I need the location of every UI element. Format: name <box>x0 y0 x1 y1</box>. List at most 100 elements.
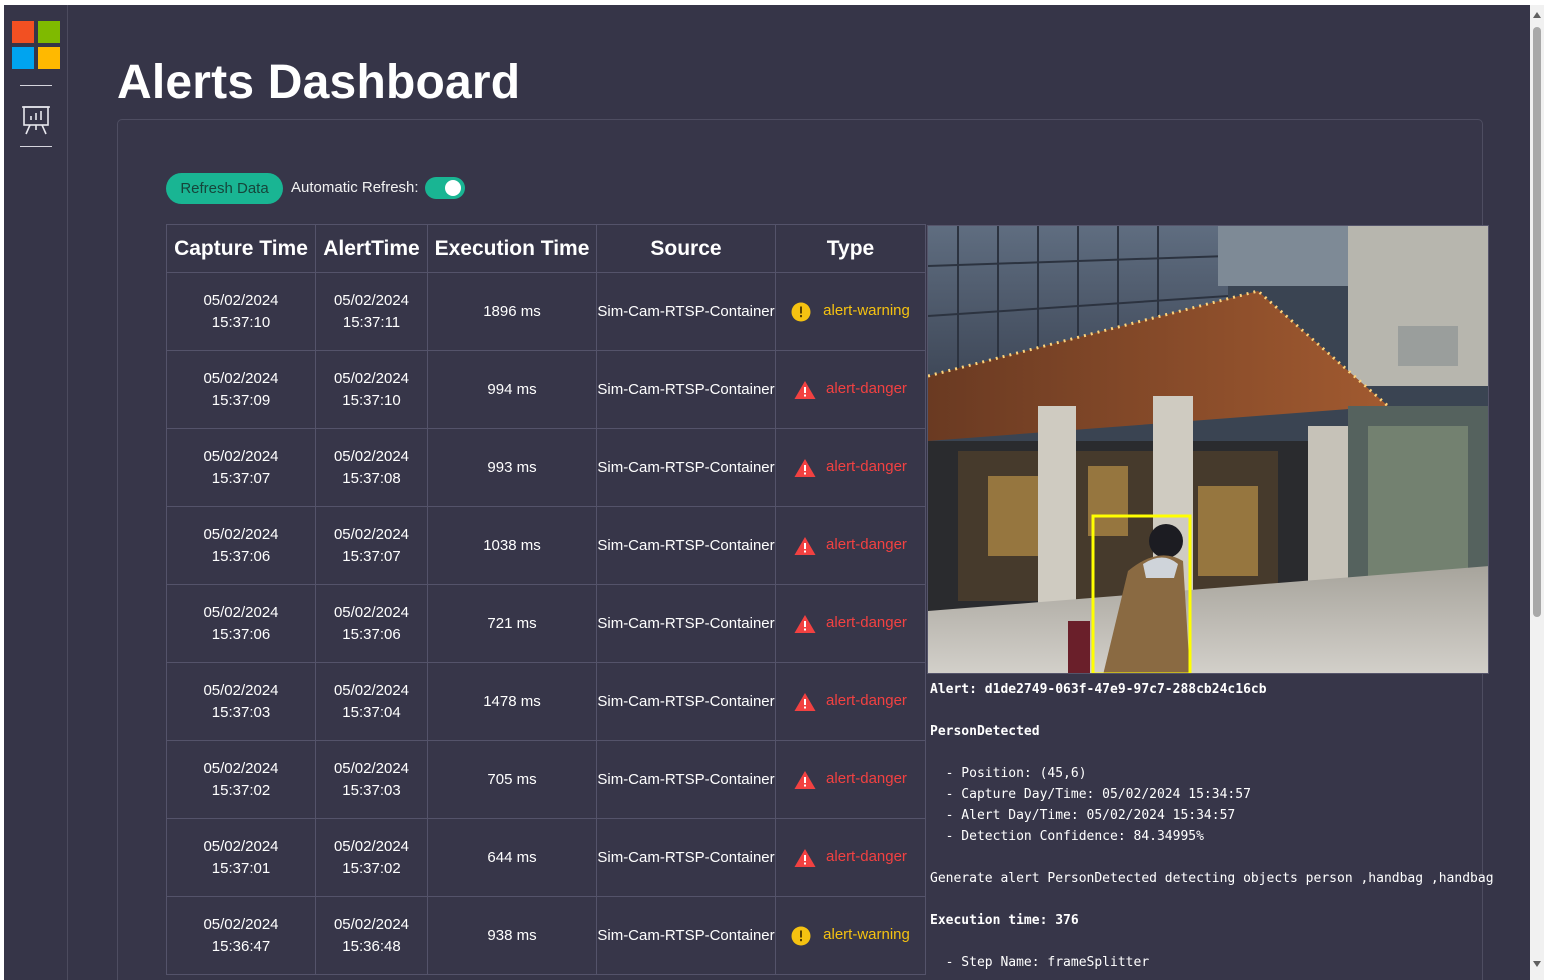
sidebar-divider <box>20 85 52 86</box>
alert-type-label: alert-danger <box>826 770 907 788</box>
cell-alert-time: 05/02/2024 15:37:04 <box>315 662 428 741</box>
cell-capture-time: 05/02/2024 15:37:06 <box>166 506 316 585</box>
cell-alert-time: 05/02/2024 15:37:07 <box>315 506 428 585</box>
cell-capture-time: 05/02/2024 15:37:07 <box>166 428 316 507</box>
table-row: 05/02/2024 15:37:01 05/02/2024 15:37:02 644 … <box>166 818 926 897</box>
microsoft-logo <box>12 21 60 69</box>
cell-capture-time: 05/02/2024 15:37:06 <box>166 584 316 663</box>
cell-type: alert-warning <box>775 272 926 351</box>
danger-triangle-icon <box>794 536 816 556</box>
danger-triangle-icon <box>794 458 816 478</box>
cell-capture-time: 05/02/2024 15:37:09 <box>166 350 316 429</box>
table-row: 05/02/2024 15:37:06 05/02/2024 15:37:07 1038… <box>166 506 926 585</box>
cell-source: Sim-Cam-RTSP-Container <box>596 506 776 585</box>
alerts-table: Capture Time AlertTime Execution Time So… <box>166 224 926 975</box>
scroll-up-arrow-icon[interactable] <box>1533 12 1541 18</box>
scroll-thumb[interactable] <box>1533 27 1541 617</box>
column-header-capture-time: Capture Time <box>166 224 316 273</box>
alert-type-label: alert-danger <box>826 536 907 554</box>
cell-source: Sim-Cam-RTSP-Container <box>596 584 776 663</box>
danger-triangle-icon <box>794 770 816 790</box>
alert-type-label: alert-danger <box>826 614 907 632</box>
warning-circle-icon <box>791 926 811 946</box>
column-header-execution-time: Execution Time <box>427 224 597 273</box>
scroll-down-arrow-icon[interactable] <box>1533 961 1541 967</box>
cell-execution-time: 1478 ms <box>427 662 597 741</box>
vertical-scrollbar[interactable] <box>1530 5 1544 980</box>
column-header-alert-time: AlertTime <box>315 224 428 273</box>
cell-alert-time: 05/02/2024 15:37:10 <box>315 350 428 429</box>
cell-type: alert-warning <box>775 896 926 975</box>
cell-type: alert-danger <box>775 662 926 741</box>
danger-triangle-icon <box>794 692 816 712</box>
cell-execution-time: 993 ms <box>427 428 597 507</box>
cell-execution-time: 938 ms <box>427 896 597 975</box>
cell-source: Sim-Cam-RTSP-Container <box>596 662 776 741</box>
sidebar-divider <box>20 146 52 147</box>
detail-capture-time: - Capture Day/Time: 05/02/2024 15:34:57 <box>930 787 1251 802</box>
danger-triangle-icon <box>794 380 816 400</box>
danger-triangle-icon <box>794 848 816 868</box>
event-name: PersonDetected <box>930 724 1040 739</box>
cell-alert-time: 05/02/2024 15:37:11 <box>315 272 428 351</box>
alert-id: Alert: d1de2749-063f-47e9-97c7-288cb24c1… <box>930 682 1267 697</box>
detection-image <box>927 225 1489 674</box>
cell-alert-time: 05/02/2024 15:37:02 <box>315 818 428 897</box>
table-row: 05/02/2024 15:37:03 05/02/2024 15:37:04 1478… <box>166 662 926 741</box>
cell-source: Sim-Cam-RTSP-Container <box>596 896 776 975</box>
alert-details: Alert: d1de2749-063f-47e9-97c7-288cb24c1… <box>930 679 1494 973</box>
cell-capture-time: 05/02/2024 15:36:47 <box>166 896 316 975</box>
cell-source: Sim-Cam-RTSP-Container <box>596 272 776 351</box>
alert-type-label: alert-warning <box>823 302 910 320</box>
cell-alert-time: 05/02/2024 15:37:03 <box>315 740 428 819</box>
table-row: 05/02/2024 15:37:07 05/02/2024 15:37:08 993 … <box>166 428 926 507</box>
auto-refresh-toggle[interactable] <box>425 177 465 199</box>
cell-source: Sim-Cam-RTSP-Container <box>596 350 776 429</box>
table-row: 05/02/2024 15:37:06 05/02/2024 15:37:06 721 … <box>166 584 926 663</box>
cell-execution-time: 721 ms <box>427 584 597 663</box>
cell-type: alert-danger <box>775 740 926 819</box>
toggle-knob <box>445 180 461 196</box>
alert-type-label: alert-danger <box>826 458 907 476</box>
cell-alert-time: 05/02/2024 15:37:08 <box>315 428 428 507</box>
page-title: Alerts Dashboard <box>117 56 521 109</box>
presentation-chart-icon[interactable] <box>19 103 53 137</box>
danger-triangle-icon <box>794 614 816 634</box>
cell-type: alert-danger <box>775 350 926 429</box>
table-row: 05/02/2024 15:37:09 05/02/2024 15:37:10 994 … <box>166 350 926 429</box>
cell-execution-time: 1038 ms <box>427 506 597 585</box>
column-header-type: Type <box>775 224 926 273</box>
table-row: 05/02/2024 15:37:02 05/02/2024 15:37:03 705 … <box>166 740 926 819</box>
cell-type: alert-danger <box>775 506 926 585</box>
cell-alert-time: 05/02/2024 15:36:48 <box>315 896 428 975</box>
cell-execution-time: 994 ms <box>427 350 597 429</box>
detail-position: - Position: (45,6) <box>930 766 1087 781</box>
table-row: 05/02/2024 15:36:47 05/02/2024 15:36:48 938 … <box>166 896 926 975</box>
step-name: - Step Name: frameSplitter <box>930 955 1150 970</box>
alert-type-label: alert-danger <box>826 692 907 710</box>
cell-type: alert-danger <box>775 818 926 897</box>
alert-type-label: alert-danger <box>826 848 907 866</box>
cell-capture-time: 05/02/2024 15:37:10 <box>166 272 316 351</box>
auto-refresh-label: Automatic Refresh: <box>291 179 419 196</box>
table-row: 05/02/2024 15:37:10 05/02/2024 15:37:11 1896… <box>166 272 926 351</box>
detail-confidence: - Detection Confidence: 84.34995% <box>930 829 1204 844</box>
cell-alert-time: 05/02/2024 15:37:06 <box>315 584 428 663</box>
app-window: Alerts Dashboard Refresh Data Automatic … <box>4 5 1530 980</box>
cell-source: Sim-Cam-RTSP-Container <box>596 740 776 819</box>
alert-message: Generate alert PersonDetected detecting … <box>930 871 1494 886</box>
alert-type-label: alert-danger <box>826 380 907 398</box>
cell-type: alert-danger <box>775 584 926 663</box>
refresh-data-button[interactable]: Refresh Data <box>166 173 283 204</box>
table-body: 05/02/2024 15:37:10 05/02/2024 15:37:11 1896… <box>166 272 926 975</box>
cell-capture-time: 05/02/2024 15:37:01 <box>166 818 316 897</box>
warning-circle-icon <box>791 302 811 322</box>
cell-execution-time: 705 ms <box>427 740 597 819</box>
cell-type: alert-danger <box>775 428 926 507</box>
cell-capture-time: 05/02/2024 15:37:03 <box>166 662 316 741</box>
detail-alert-time: - Alert Day/Time: 05/02/2024 15:34:57 <box>930 808 1236 823</box>
table-header-row: Capture Time AlertTime Execution Time So… <box>166 224 926 273</box>
cell-source: Sim-Cam-RTSP-Container <box>596 818 776 897</box>
cell-execution-time: 1896 ms <box>427 272 597 351</box>
cell-execution-time: 644 ms <box>427 818 597 897</box>
